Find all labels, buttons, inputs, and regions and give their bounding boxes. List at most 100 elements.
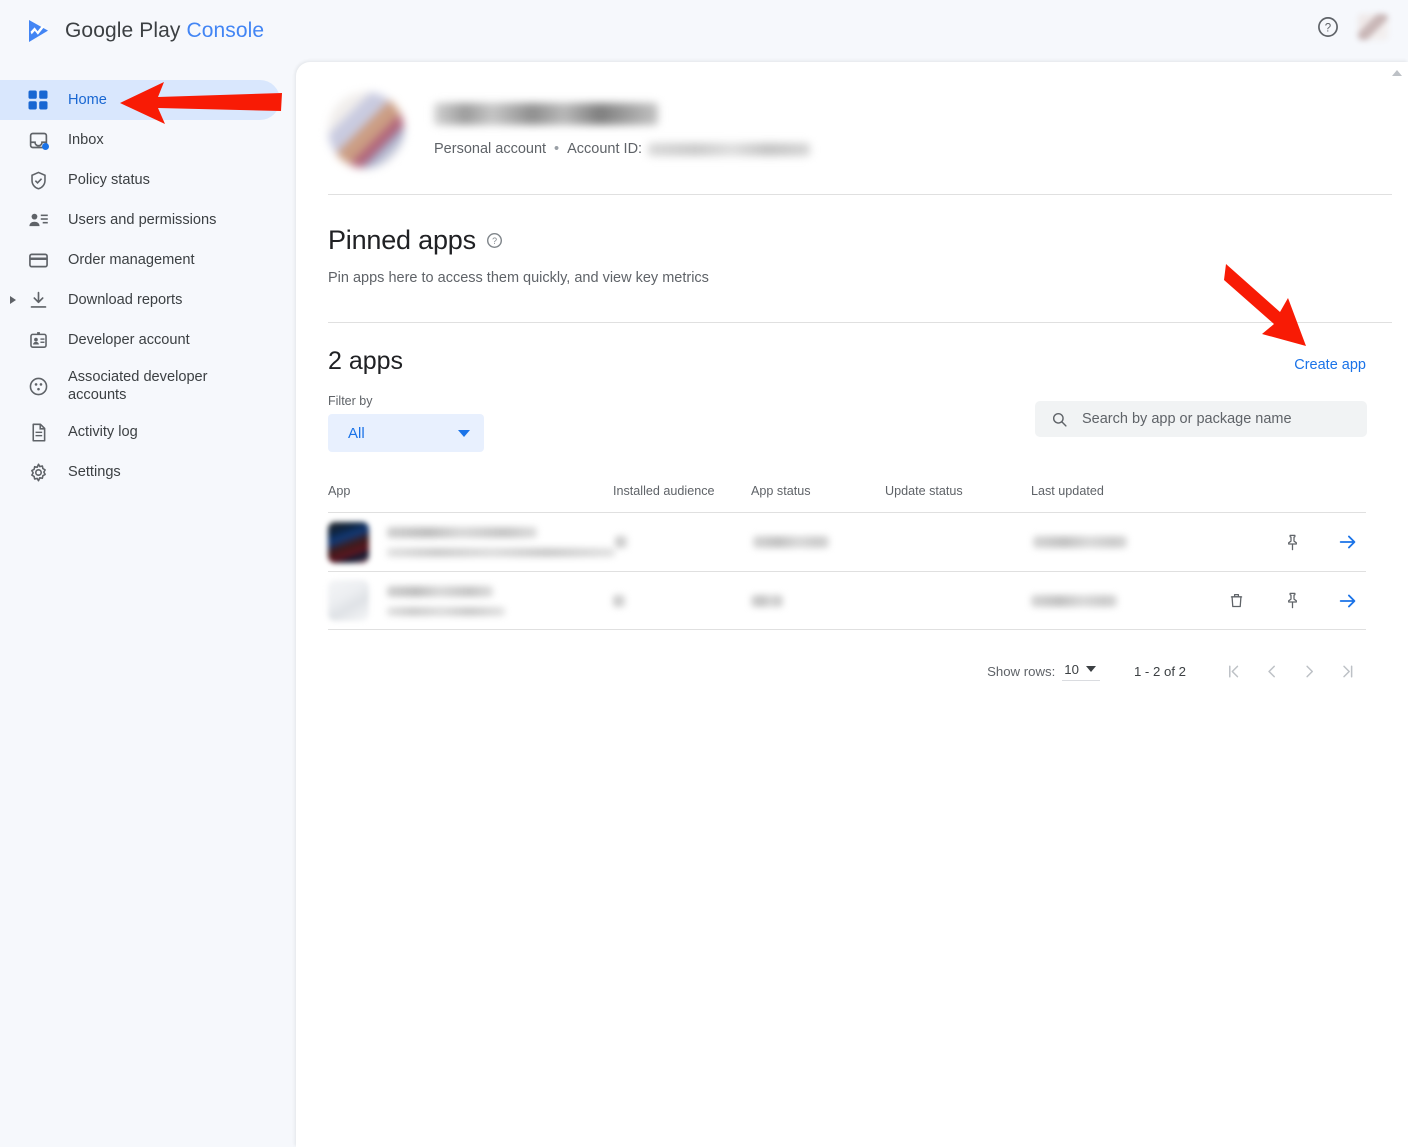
document-lines-icon	[26, 420, 50, 444]
filter-selected-value: All	[348, 424, 365, 442]
first-page-icon[interactable]	[1214, 652, 1252, 690]
sidebar-item-label: Download reports	[68, 291, 183, 308]
account-name-redacted	[434, 103, 658, 125]
help-circle-icon[interactable]: ?	[1316, 15, 1340, 39]
app-status-cell	[751, 594, 885, 607]
brand-title-primary: Google Play	[65, 19, 187, 42]
search-icon	[1052, 412, 1067, 427]
grid-icon	[26, 88, 50, 112]
google-play-console-logo-icon	[29, 20, 48, 42]
search-placeholder: Search by app or package name	[1082, 411, 1292, 427]
accounts-circle-icon	[26, 374, 50, 398]
update-status-cell	[887, 536, 1033, 548]
app-package-redacted	[387, 548, 615, 557]
chevron-right-icon[interactable]	[10, 296, 16, 304]
sidebar-item-label: Developer account	[68, 331, 190, 348]
pinned-apps-description: Pin apps here to access them quickly, an…	[328, 270, 709, 286]
apps-count: 2 apps	[328, 347, 404, 375]
sidebar-item-associated-developer-accounts[interactable]: Associated developer accounts	[0, 360, 280, 412]
sidebar-item-activity-log[interactable]: Activity log	[0, 412, 280, 452]
app-cell[interactable]	[328, 521, 615, 563]
delete-icon[interactable]	[1224, 589, 1248, 613]
open-arrow-icon[interactable]	[1336, 589, 1360, 613]
sidebar: Home Inbox Policy status Users and permi…	[0, 62, 296, 1147]
app-name-group	[387, 585, 505, 616]
chevron-down-icon	[458, 429, 470, 437]
sidebar-item-inbox[interactable]: Inbox	[0, 120, 280, 160]
table-row[interactable]	[328, 512, 1366, 571]
column-header-update-status: Update status	[885, 484, 963, 498]
rows-per-page-select[interactable]: 10	[1062, 662, 1100, 681]
last-updated-cell	[1033, 536, 1201, 548]
brand-logo-group[interactable]: Google Play Console	[26, 18, 264, 44]
account-subtitle: Personal account • Account ID:	[434, 141, 811, 157]
account-id-label: Account ID:	[567, 141, 643, 157]
sidebar-item-label: Inbox	[68, 131, 104, 148]
pin-icon[interactable]	[1280, 530, 1304, 554]
separator-dot: •	[554, 141, 560, 157]
app-name-redacted	[387, 527, 537, 538]
pin-icon[interactable]	[1280, 589, 1304, 613]
top-bar-actions: ?	[1316, 14, 1388, 40]
create-app-button[interactable]: Create app	[1294, 357, 1366, 373]
shield-check-icon	[26, 168, 50, 192]
column-header-installed-audience: Installed audience	[613, 484, 715, 498]
scrollbar-up-arrow-icon[interactable]	[1392, 70, 1402, 76]
pagination-range: 1 - 2 of 2	[1133, 663, 1186, 679]
filter-select[interactable]: All	[328, 414, 484, 452]
sidebar-item-developer-account[interactable]: Developer account	[0, 320, 280, 360]
gear-icon	[26, 460, 50, 484]
credit-card-icon	[26, 248, 50, 272]
open-arrow-icon[interactable]	[1336, 530, 1360, 554]
sidebar-item-home[interactable]: Home	[0, 80, 280, 120]
previous-page-icon[interactable]	[1252, 652, 1290, 690]
sidebar-item-users-and-permissions[interactable]: Users and permissions	[0, 200, 280, 240]
rows-per-page-value: 10	[1064, 661, 1079, 677]
installed-audience-cell	[613, 594, 751, 607]
sidebar-item-settings[interactable]: Settings	[0, 452, 280, 492]
top-bar: Google Play Console ?	[0, 0, 1408, 62]
sidebar-item-label: Users and permissions	[68, 211, 217, 228]
notification-dot	[42, 143, 49, 150]
sidebar-item-label: Home	[68, 91, 107, 108]
app-icon	[328, 521, 369, 563]
last-page-icon[interactable]	[1328, 652, 1366, 690]
sidebar-item-label: Activity log	[68, 423, 138, 440]
avatar[interactable]	[1358, 14, 1388, 40]
apps-header: 2 apps Create app	[296, 323, 1408, 376]
next-page-icon[interactable]	[1290, 652, 1328, 690]
update-status-cell	[885, 595, 1031, 607]
row-actions	[1201, 530, 1366, 554]
sidebar-item-label: Policy status	[68, 171, 150, 188]
app-name-redacted	[387, 585, 493, 597]
column-header-last-updated: Last updated	[1031, 484, 1104, 498]
account-id-value-redacted	[648, 142, 811, 156]
app-cell[interactable]	[328, 580, 613, 621]
app-name-group	[387, 527, 615, 557]
row-actions	[1199, 589, 1366, 613]
inbox-icon	[26, 128, 50, 152]
search-input[interactable]: Search by app or package name	[1035, 401, 1367, 437]
account-type: Personal account	[434, 141, 547, 157]
column-header-app-status: App status	[751, 484, 811, 498]
sidebar-item-policy-status[interactable]: Policy status	[0, 160, 280, 200]
account-details: Personal account • Account ID:	[434, 103, 811, 157]
id-badge-icon	[26, 328, 50, 352]
column-header-app: App	[328, 484, 351, 498]
table-row[interactable]	[328, 571, 1366, 630]
sidebar-item-order-management[interactable]: Order management	[0, 240, 280, 280]
page-title: Pinned apps ?	[296, 195, 1408, 256]
main-content: Personal account • Account ID: Pinned ap…	[296, 62, 1408, 1147]
apps-table: App Installed audience App status Update…	[328, 484, 1366, 630]
installed-audience-cell	[615, 536, 753, 548]
sidebar-item-label: Settings	[68, 463, 121, 480]
person-list-icon	[26, 208, 50, 232]
account-header: Personal account • Account ID:	[296, 62, 1408, 168]
pinned-apps-title: Pinned apps	[328, 225, 476, 255]
sidebar-item-download-reports[interactable]: Download reports	[0, 280, 280, 320]
app-icon	[328, 580, 369, 621]
account-avatar	[328, 92, 404, 168]
app-status-cell	[753, 536, 887, 548]
help-circle-icon[interactable]: ?	[486, 232, 503, 249]
svg-text:?: ?	[1325, 22, 1331, 34]
